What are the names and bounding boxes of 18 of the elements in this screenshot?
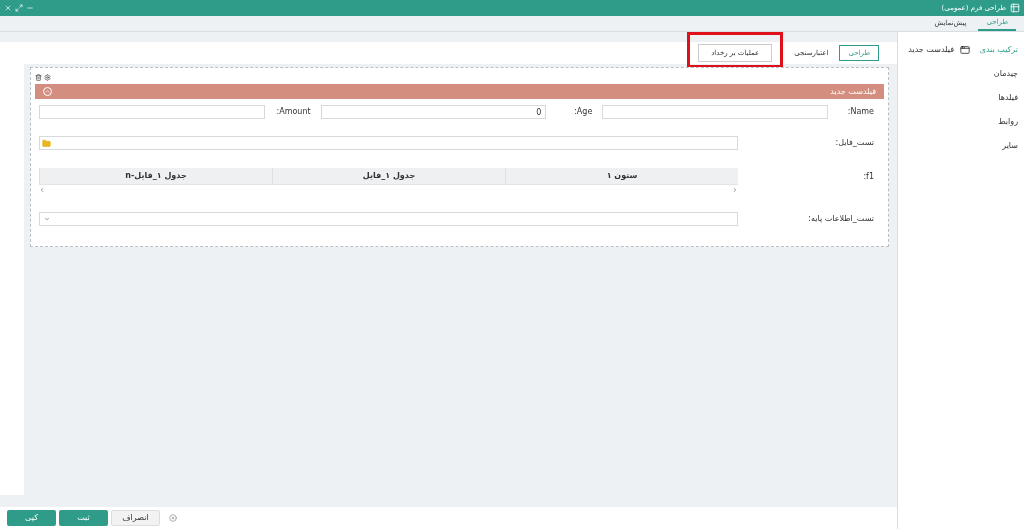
field-label: :Name [846, 106, 875, 118]
sidebar-item[interactable]: فیلدها [998, 92, 1018, 104]
field-label: :f1 [862, 171, 875, 183]
field-label: تست_اطلاعات پایه: [807, 213, 875, 225]
footer-button[interactable]: انصراف [111, 510, 160, 526]
field-label: :Age [573, 106, 594, 118]
sidebar-item[interactable]: چیدمان [993, 68, 1018, 80]
column-header: جدول ۱_فایل [272, 168, 505, 184]
component-item[interactable]: فیلدست جدید [908, 44, 954, 56]
column-header: ستون ۱ [505, 168, 738, 184]
field-label: تست_فایل: [834, 137, 875, 149]
sidebar-item[interactable]: ترکیب بندی [979, 44, 1018, 56]
fieldset-title: فیلدست جدید [830, 85, 876, 98]
input-field[interactable]: 0 [320, 105, 547, 119]
field-label: :Amount [275, 106, 312, 118]
column-header: جدول ۱_فایل-n [39, 168, 272, 184]
sidebar-item[interactable]: سایر [1002, 140, 1018, 152]
sidebar-item[interactable]: روابط [998, 116, 1018, 128]
